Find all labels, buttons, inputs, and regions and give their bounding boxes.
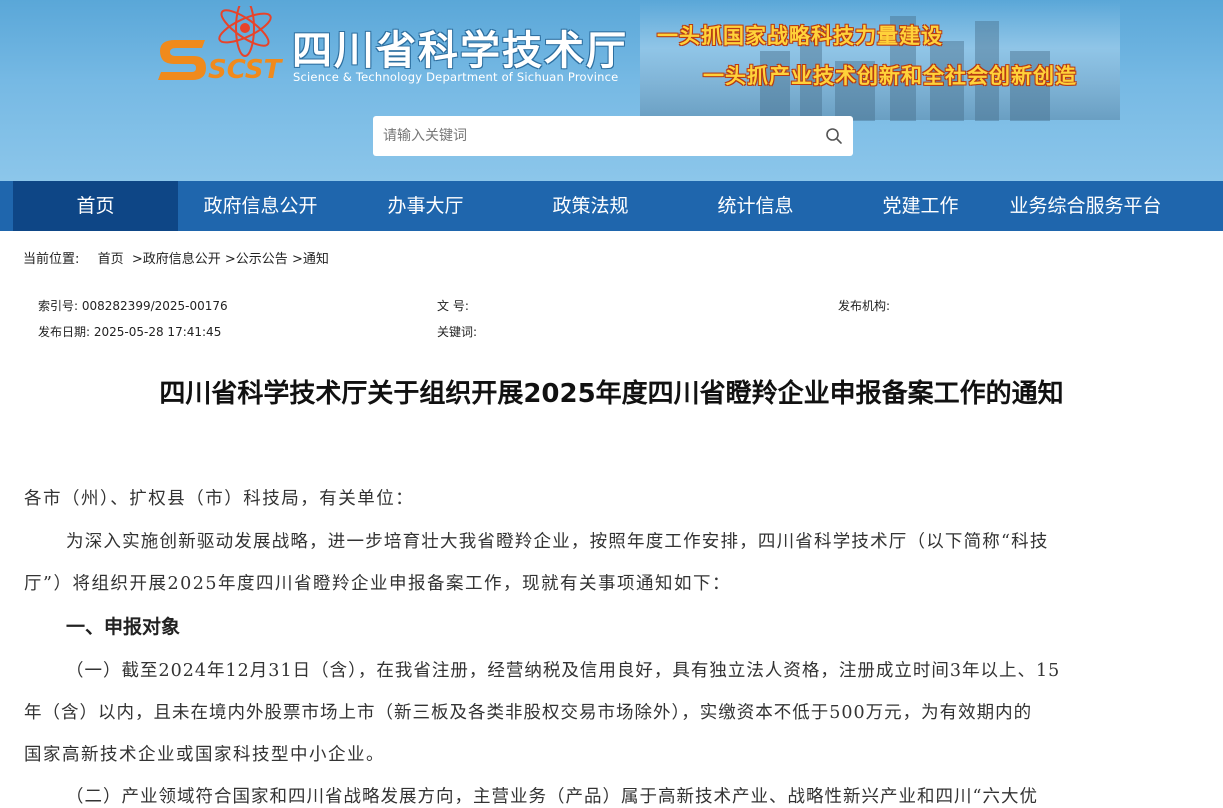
header-banner: SCST 四川省科学技术厅 Science & Technology Depar… (0, 0, 1223, 181)
meta-date-label: 发布日期: (38, 325, 91, 339)
meta-index: 索引号: 008282399/2025-00176 (38, 297, 228, 314)
search-input[interactable] (373, 116, 813, 156)
nav-item-home[interactable]: 首页 (13, 181, 178, 231)
nav-item-gov-info[interactable]: 政府信息公开 (178, 181, 343, 231)
nav-item-statistics[interactable]: 统计信息 (673, 181, 838, 231)
meta-doc-no-label: 文 号: (437, 299, 469, 313)
article-title: 四川省科学技术厅关于组织开展2025年度四川省瞪羚企业申报备案工作的通知 (159, 379, 1064, 409)
search-icon[interactable] (825, 127, 843, 145)
meta-publisher-label: 发布机构: (838, 299, 891, 313)
slogan-line-2: 一头抓产业技术创新和全社会创新创造 (703, 64, 1077, 88)
scst-logo[interactable]: SCST (150, 6, 290, 86)
meta-date: 发布日期: 2025-05-28 17:41:45 (38, 323, 221, 340)
meta-date-value: 2025-05-28 17:41:45 (93, 325, 222, 339)
breadcrumb-separator: > (224, 252, 236, 267)
article-salutation: 各市（州）、扩权县（市）科技局，有关单位： (24, 489, 415, 509)
breadcrumb-gov-info[interactable]: 政府信息公开 (143, 252, 221, 267)
nav-item-policies[interactable]: 政策法规 (508, 181, 673, 231)
meta-index-value: 008282399/2025-00176 (81, 299, 228, 313)
meta-keywords-label: 关键词: (437, 325, 478, 339)
logo-text: SCST (208, 55, 284, 85)
nav-item-service-platform[interactable]: 业务综合服务平台 (1003, 181, 1168, 231)
section-heading: 一、申报对象 (66, 616, 181, 638)
article-paragraph-line: （二）产业领域符合国家和四川省战略发展方向，主营业务（产品）属于高新技术产业、战… (66, 787, 1038, 807)
main-nav: 首页 政府信息公开 办事大厅 政策法规 统计信息 党建工作 业务综合服务平台 (0, 181, 1223, 231)
breadcrumb: 当前位置: 首页 >政府信息公开 >公示公告 >通知 (23, 248, 329, 267)
meta-publisher: 发布机构: (838, 297, 890, 314)
meta-doc-no: 文 号: (437, 297, 469, 314)
breadcrumb-home[interactable]: 首页 (98, 252, 124, 267)
nav-item-party-building[interactable]: 党建工作 (838, 181, 1003, 231)
breadcrumb-announcements[interactable]: 公示公告 (236, 252, 288, 267)
breadcrumb-separator: > (291, 252, 303, 267)
meta-index-label: 索引号: (38, 299, 79, 313)
meta-keywords: 关键词: (437, 323, 477, 340)
article-paragraph-line: 厅”）将组织开展2025年度四川省瞪羚企业申报备案工作，现就有关事项通知如下： (24, 574, 731, 594)
search-box (373, 116, 853, 156)
breadcrumb-notices[interactable]: 通知 (303, 252, 329, 267)
article-paragraph-line: 为深入实施创新驱动发展战略，进一步培育壮大我省瞪羚企业，按照年度工作安排，四川省… (66, 532, 1049, 552)
article-paragraph-line: 年（含）以内，且未在境内外股票市场上市（新三板及各类非股权交易市场除外），实缴资… (24, 703, 1033, 723)
site-name[interactable]: 四川省科学技术厅 (292, 18, 628, 76)
breadcrumb-prefix: 当前位置: (23, 252, 80, 267)
article-paragraph-line: 国家高新技术企业或国家科技型中小企业。 (24, 745, 385, 765)
article-paragraph-line: （一）截至2024年12月31日（含），在我省注册，经营纳税及信用良好，具有独立… (66, 661, 1061, 681)
breadcrumb-separator: > (131, 252, 143, 267)
slogan-line-1: 一头抓国家战略科技力量建设 (657, 24, 943, 48)
site-name-english: Science & Technology Department of Sichu… (293, 70, 619, 84)
nav-item-service-hall[interactable]: 办事大厅 (343, 181, 508, 231)
